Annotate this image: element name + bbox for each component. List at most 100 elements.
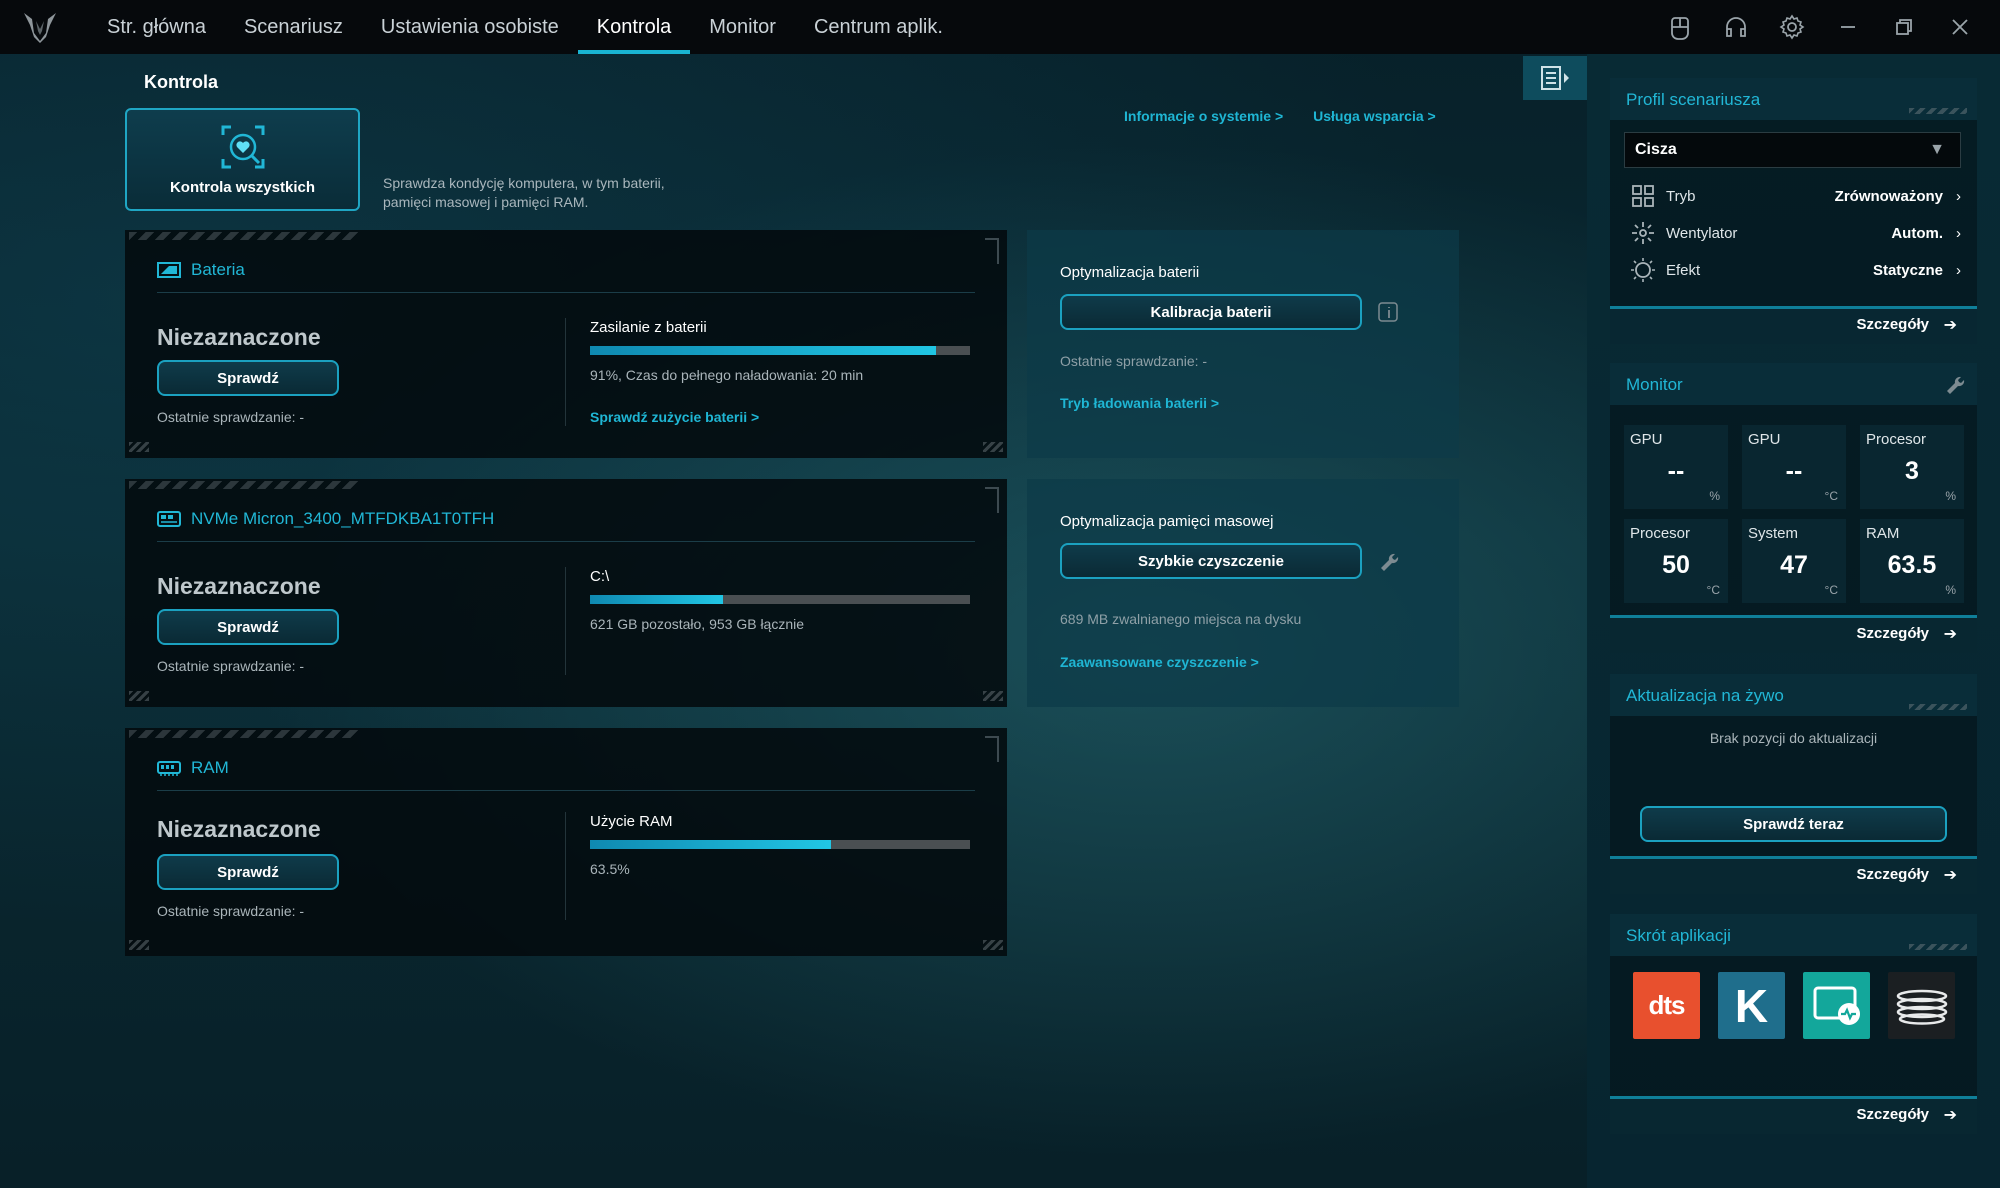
storage-optimization-title: Optymalizacja pamięci masowej xyxy=(1060,513,1274,530)
battery-card: Bateria Niezaznaczone Sprawdź Ostatnie s… xyxy=(125,230,1007,458)
mouse-icon[interactable] xyxy=(1652,0,1708,54)
monitor-details-button[interactable]: Szczegóły ➔ xyxy=(1610,615,1977,653)
nav-scenario[interactable]: Scenariusz xyxy=(225,0,362,54)
headset-icon[interactable] xyxy=(1708,0,1764,54)
scenario-profile-panel: Profil scenariusza Cisza ▼ Tryb Zrównowa… xyxy=(1610,78,1977,344)
profile-row-fan-label: Wentylator xyxy=(1666,224,1738,242)
monitor-cpu-temp: Procesor 50 °C xyxy=(1624,519,1728,603)
monitor-ram-usage: RAM 63.5% xyxy=(1860,519,1964,603)
check-all-label: Kontrola wszystkich xyxy=(169,179,316,196)
nav-app-center[interactable]: Centrum aplik. xyxy=(795,0,962,54)
battery-optimization-panel: Optymalizacja baterii Kalibracja baterii… xyxy=(1027,230,1459,458)
monitor-cell-name: Procesor xyxy=(1866,431,1927,448)
storage-drive-label: C:\ xyxy=(590,568,610,585)
monitor-system-temp: System 47 °C xyxy=(1742,519,1846,603)
live-update-panel: Aktualizacja na żywo Brak pozycji do akt… xyxy=(1610,674,1977,894)
monitor-details-label: Szczegóły xyxy=(1856,625,1929,642)
live-update-details-button[interactable]: Szczegóły ➔ xyxy=(1610,856,1977,894)
divider xyxy=(157,541,975,542)
profile-title: Profil scenariusza xyxy=(1626,90,1761,109)
profile-row-effect[interactable]: Efekt Statyczne › xyxy=(1630,255,1961,285)
live-update-details-label: Szczegóły xyxy=(1856,866,1929,883)
profile-row-mode[interactable]: Tryb Zrównoważony › xyxy=(1630,181,1961,211)
battery-status: Niezaznaczone xyxy=(157,324,321,350)
dts-app-icon[interactable]: dts xyxy=(1633,972,1700,1039)
monitor-cell-value: -- xyxy=(1667,457,1685,485)
profile-details-button[interactable]: Szczegóły ➔ xyxy=(1610,306,1977,344)
check-all-desc-line2: pamięci masowej i pamięci RAM. xyxy=(383,194,589,210)
ram-check-button[interactable]: Sprawdź xyxy=(157,854,339,890)
storage-progress-fill xyxy=(590,595,723,604)
info-icon[interactable] xyxy=(1377,301,1399,323)
check-all-button[interactable]: Kontrola wszystkich xyxy=(125,108,360,211)
coil-app-icon[interactable] xyxy=(1888,972,1955,1039)
arrow-right-icon: ➔ xyxy=(1943,867,1957,884)
monitor-cell-value: 63.5 xyxy=(1887,551,1937,579)
arrow-right-icon: ➔ xyxy=(1943,317,1957,334)
battery-title: Bateria xyxy=(191,260,245,279)
quick-clean-button[interactable]: Szybkie czyszczenie xyxy=(1060,543,1362,579)
battery-usage-link[interactable]: Sprawdź zużycie baterii > xyxy=(590,409,759,425)
battery-last-check: Ostatnie sprawdzanie: - xyxy=(157,409,305,425)
monitor-panel: Monitor GPU --% GPU -- °C Procesor 3% Proces… xyxy=(1610,363,1977,653)
page-title: Kontrola xyxy=(144,72,218,92)
app-shortcuts-details-button[interactable]: Szczegóły ➔ xyxy=(1610,1096,1977,1134)
sidebar-toggle-button[interactable] xyxy=(1523,56,1587,100)
profile-select[interactable]: Cisza ▼ xyxy=(1624,132,1961,168)
battery-calibration-button[interactable]: Kalibracja baterii xyxy=(1060,294,1362,330)
battery-charge-mode-link[interactable]: Tryb ładowania baterii > xyxy=(1060,395,1219,411)
main-nav: Str. główna Scenariusz Ustawienia osobis… xyxy=(88,0,962,54)
storage-reclaimable-note: 689 MB zwalnianego miejsca na dysku xyxy=(1060,611,1302,627)
corner-deco xyxy=(129,940,149,950)
profile-row-effect-value: Statyczne xyxy=(1872,261,1943,279)
wrench-icon[interactable] xyxy=(1377,550,1399,572)
monitor-gpu-usage: GPU --% xyxy=(1624,425,1728,509)
battery-check-button[interactable]: Sprawdź xyxy=(157,360,339,396)
predator-logo-icon[interactable] xyxy=(20,7,60,47)
monitor-cell-unit: °C xyxy=(1824,489,1838,503)
storage-check-button[interactable]: Sprawdź xyxy=(157,609,339,645)
nav-monitor[interactable]: Monitor xyxy=(690,0,795,54)
storage-optimization-panel: Optymalizacja pamięci masowej Szybkie cz… xyxy=(1027,479,1459,707)
wrench-icon[interactable] xyxy=(1943,373,1965,395)
chevron-right-icon: › xyxy=(1956,224,1961,242)
close-icon[interactable] xyxy=(1932,0,1988,54)
monitor-cell-value: 50 xyxy=(1662,551,1690,579)
k-app-icon[interactable]: K xyxy=(1718,972,1785,1039)
monitor-cell-name: RAM xyxy=(1866,525,1900,542)
vertical-divider xyxy=(565,812,566,920)
storage-card: NVMe Micron_3400_MTFDKBA1T0TFH Niezaznac… xyxy=(125,479,1007,707)
support-service-link[interactable]: Usługa wsparcia > xyxy=(1313,108,1436,124)
ram-metric-desc: 63.5% xyxy=(590,861,630,877)
corner-deco xyxy=(983,442,1003,452)
restore-icon[interactable] xyxy=(1876,0,1932,54)
check-all-desc-line1: Sprawdza kondycję komputera, w tym bater… xyxy=(383,175,665,191)
check-now-button[interactable]: Sprawdź teraz xyxy=(1640,806,1947,842)
nav-personal-settings[interactable]: Ustawienia osobiste xyxy=(362,0,578,54)
card-corner xyxy=(985,736,999,762)
monitoring-app-icon[interactable] xyxy=(1803,972,1870,1039)
advanced-clean-link[interactable]: Zaawansowane czyszczenie > xyxy=(1060,654,1259,670)
nav-control[interactable]: Kontrola xyxy=(577,0,691,54)
corner-deco xyxy=(983,940,1003,950)
storage-metric-desc: 621 GB pozostało, 953 GB łącznie xyxy=(590,616,805,632)
settings-gear-icon[interactable] xyxy=(1764,0,1820,54)
system-info-link[interactable]: Informacje o systemie > xyxy=(1124,108,1283,124)
app-shortcuts-details-label: Szczegóły xyxy=(1856,1106,1929,1123)
header-stripe xyxy=(1909,704,1967,710)
ssd-icon xyxy=(157,511,181,527)
profile-row-fan[interactable]: Wentylator Autom. › xyxy=(1630,218,1961,248)
app-shortcuts-panel: Skrót aplikacji dts K Szczegóły ➔ xyxy=(1610,914,1977,1134)
corner-deco xyxy=(983,691,1003,701)
card-corner xyxy=(985,238,999,264)
monitor-cpu-usage: Procesor 3% xyxy=(1860,425,1964,509)
monitor-cell-value: -- xyxy=(1785,457,1803,485)
nav-home[interactable]: Str. główna xyxy=(88,0,225,54)
storage-title: NVMe Micron_3400_MTFDKBA1T0TFH xyxy=(191,509,495,528)
minimize-icon[interactable] xyxy=(1820,0,1876,54)
ram-title: RAM xyxy=(191,758,229,777)
dts-app-label: dts xyxy=(1648,990,1686,1020)
profile-details-label: Szczegóły xyxy=(1856,316,1929,333)
panel-collapse-icon xyxy=(1541,66,1569,90)
ram-status: Niezaznaczone xyxy=(157,816,321,842)
